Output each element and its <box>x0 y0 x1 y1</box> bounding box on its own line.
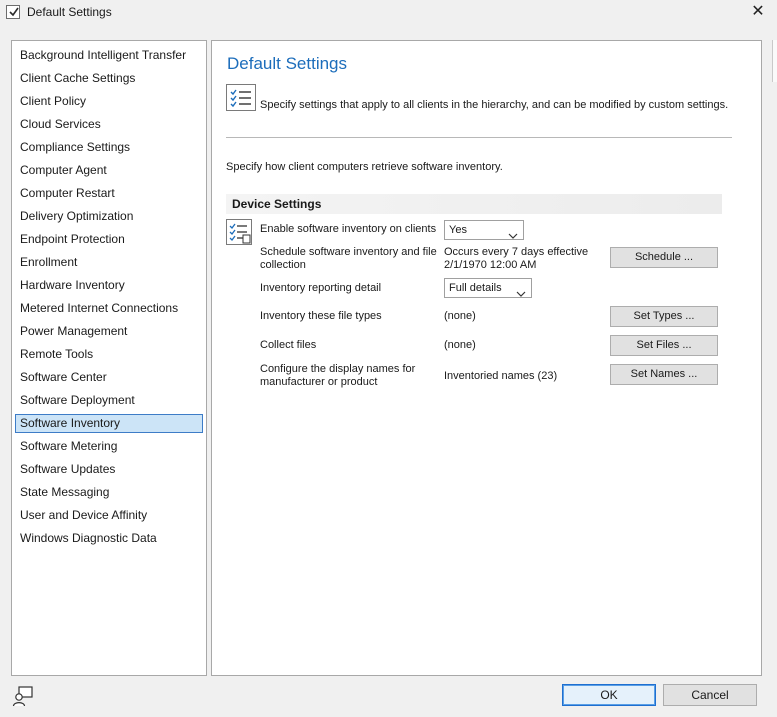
display-names-value: Inventoried names (23) <box>444 370 558 382</box>
chevron-down-icon <box>508 227 518 245</box>
close-icon[interactable]: ✕ <box>749 3 767 21</box>
enable-inventory-value: Yes <box>449 224 467 236</box>
settings-category-list: Background Intelligent Transfer Client C… <box>11 40 207 676</box>
sidebar-item-compliance-settings[interactable]: Compliance Settings <box>15 138 203 157</box>
page-title: Default Settings <box>227 54 348 73</box>
sidebar-item-background-intelligent-transfer[interactable]: Background Intelligent Transfer <box>15 46 203 65</box>
settings-panel: Default Settings Specify settings that a… <box>211 40 762 676</box>
sidebar-item-computer-restart[interactable]: Computer Restart <box>15 184 203 203</box>
sidebar-item-software-deployment[interactable]: Software Deployment <box>15 391 203 410</box>
reporting-detail-label: Inventory reporting detail <box>260 282 382 294</box>
schedule-label-line2: collection <box>260 259 306 271</box>
chevron-down-icon <box>516 285 526 303</box>
user-help-icon[interactable] <box>12 685 34 707</box>
cancel-button[interactable]: Cancel <box>663 684 757 706</box>
section-header: Device Settings <box>226 194 722 214</box>
sidebar-item-delivery-optimization[interactable]: Delivery Optimization <box>15 207 203 226</box>
sidebar-item-client-cache-settings[interactable]: Client Cache Settings <box>15 69 203 88</box>
display-names-label-line1: Configure the display names for <box>260 363 416 375</box>
sidebar-item-cloud-services[interactable]: Cloud Services <box>15 115 203 134</box>
enable-inventory-label: Enable software inventory on clients <box>260 223 437 235</box>
file-types-value: (none) <box>444 310 476 322</box>
divider <box>226 137 732 138</box>
title-bar: Default Settings ✕ <box>0 0 777 26</box>
enable-inventory-dropdown[interactable]: Yes <box>444 220 524 240</box>
schedule-button[interactable]: Schedule ... <box>610 247 718 268</box>
reporting-detail-dropdown[interactable]: Full details <box>444 278 532 298</box>
schedule-label-line1: Schedule software inventory and file <box>260 246 437 258</box>
sidebar-item-software-metering[interactable]: Software Metering <box>15 437 203 456</box>
set-files-button[interactable]: Set Files ... <box>610 335 718 356</box>
ok-button[interactable]: OK <box>562 684 656 706</box>
sidebar-item-software-updates[interactable]: Software Updates <box>15 460 203 479</box>
collect-files-label: Collect files <box>260 339 317 351</box>
sidebar-item-client-policy[interactable]: Client Policy <box>15 92 203 111</box>
schedule-value-line1: Occurs every 7 days effective <box>444 246 589 258</box>
set-types-button[interactable]: Set Types ... <box>610 306 718 327</box>
background-window-edge <box>772 40 777 82</box>
checklist-icon <box>6 5 20 19</box>
sidebar-item-user-and-device-affinity[interactable]: User and Device Affinity <box>15 506 203 525</box>
sidebar-item-computer-agent[interactable]: Computer Agent <box>15 161 203 180</box>
sidebar-item-software-inventory[interactable]: Software Inventory <box>15 414 203 433</box>
sidebar-item-endpoint-protection[interactable]: Endpoint Protection <box>15 230 203 249</box>
sidebar-item-software-center[interactable]: Software Center <box>15 368 203 387</box>
window-title: Default Settings <box>27 5 112 19</box>
settings-list-icon <box>226 219 252 245</box>
schedule-value: Occurs every 7 days effective 2/1/1970 1… <box>444 246 588 272</box>
schedule-value-line2: 2/1/1970 12:00 AM <box>444 259 537 271</box>
display-names-label: Configure the display names for manufact… <box>260 363 415 389</box>
sidebar-item-windows-diagnostic-data[interactable]: Windows Diagnostic Data <box>15 529 203 548</box>
sidebar-item-metered-internet-connections[interactable]: Metered Internet Connections <box>15 299 203 318</box>
sidebar-item-hardware-inventory[interactable]: Hardware Inventory <box>15 276 203 295</box>
sidebar-item-state-messaging[interactable]: State Messaging <box>15 483 203 502</box>
schedule-label: Schedule software inventory and file col… <box>260 246 437 272</box>
section-description: Specify how client computers retrieve so… <box>226 161 503 173</box>
sidebar-item-remote-tools[interactable]: Remote Tools <box>15 345 203 364</box>
page-description: Specify settings that apply to all clien… <box>260 99 729 111</box>
collect-files-value: (none) <box>444 339 476 351</box>
reporting-detail-value: Full details <box>449 282 502 294</box>
section-title: Device Settings <box>232 197 322 211</box>
sidebar-item-enrollment[interactable]: Enrollment <box>15 253 203 272</box>
sidebar-item-power-management[interactable]: Power Management <box>15 322 203 341</box>
file-types-label: Inventory these file types <box>260 310 382 322</box>
display-names-label-line2: manufacturer or product <box>260 376 378 388</box>
set-names-button[interactable]: Set Names ... <box>610 364 718 385</box>
checklist-icon <box>226 84 256 111</box>
